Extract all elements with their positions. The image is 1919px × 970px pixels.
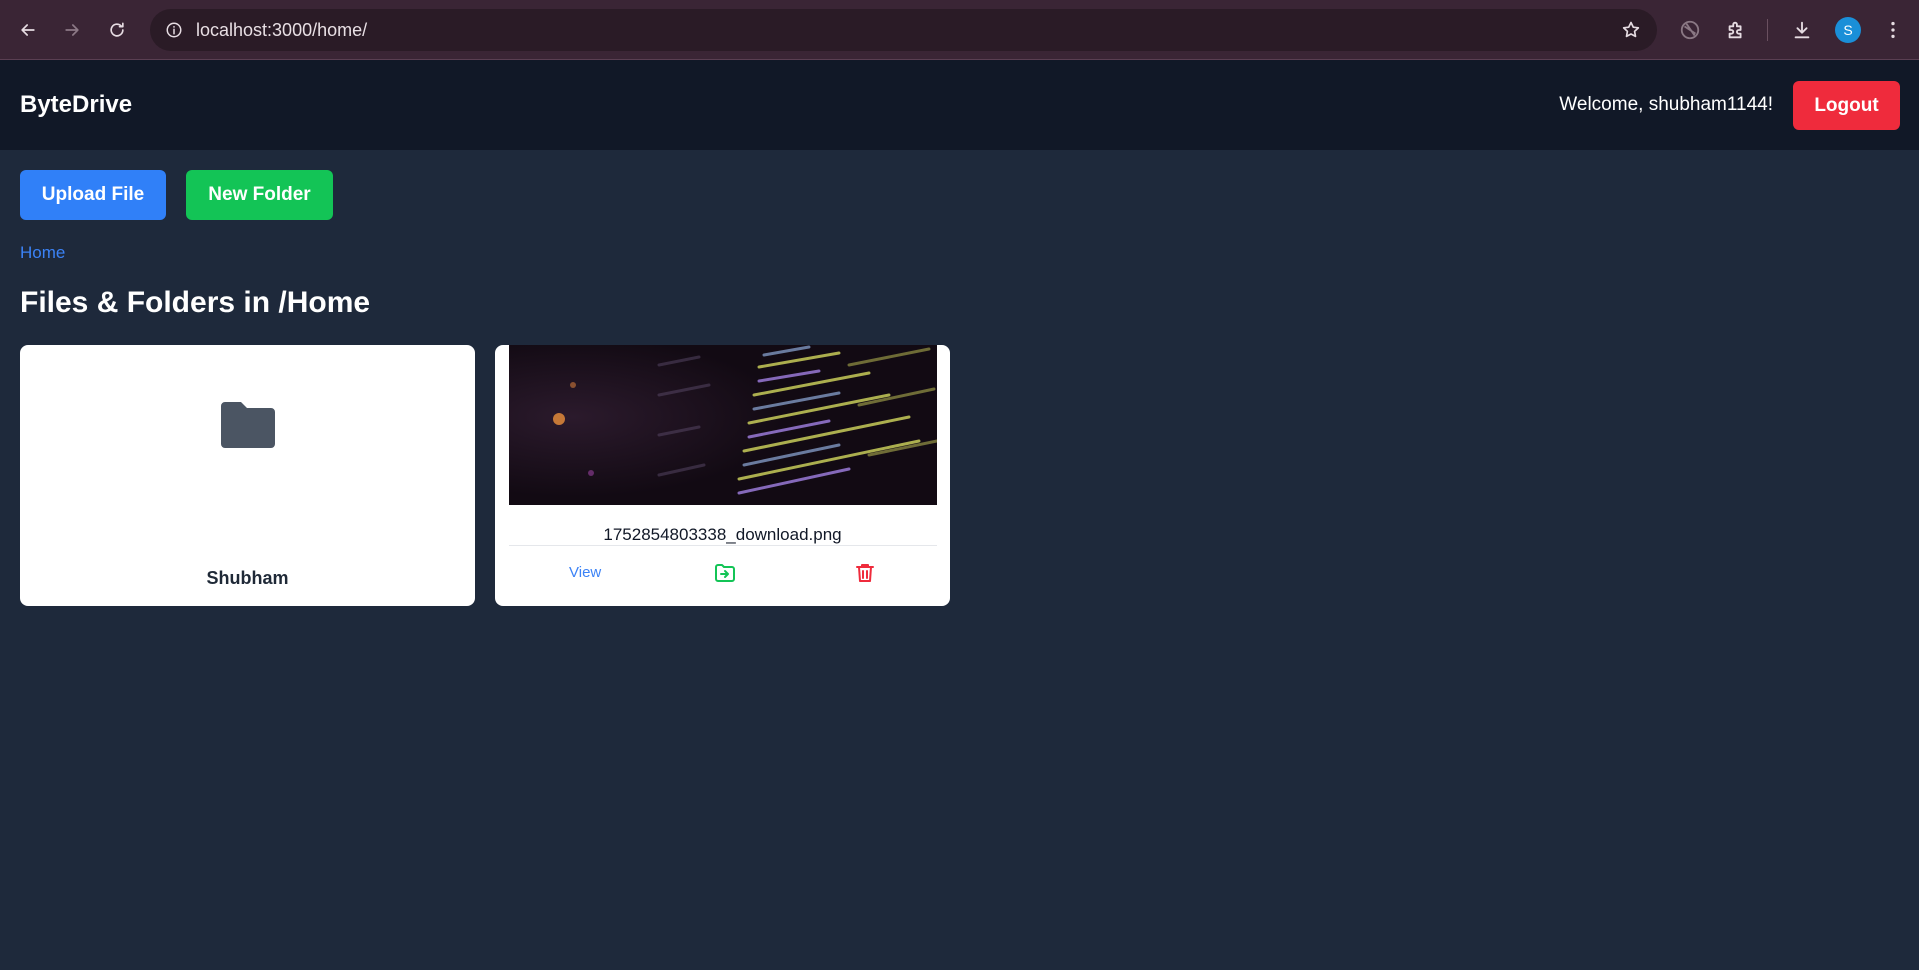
- browser-toolbar: localhost:3000/home/ S: [0, 0, 1919, 60]
- code-image-preview: [509, 345, 937, 505]
- extensions-icon[interactable]: [1720, 14, 1752, 46]
- folder-name: Shubham: [206, 568, 289, 588]
- reload-icon[interactable]: [101, 14, 133, 46]
- upload-file-button[interactable]: Upload File: [20, 170, 166, 220]
- url-text[interactable]: localhost:3000/home/: [196, 9, 367, 51]
- site-info-icon[interactable]: [162, 18, 186, 42]
- new-folder-button[interactable]: New Folder: [186, 170, 333, 220]
- view-link[interactable]: View: [569, 564, 601, 581]
- menu-icon[interactable]: [1877, 14, 1909, 46]
- app-header: ByteDrive Welcome, shubham1144! Logout: [0, 60, 1919, 150]
- file-name: 1752854803338_download.png: [603, 525, 842, 544]
- toolbar-divider: [1767, 19, 1768, 41]
- file-card[interactable]: 1752854803338_download.png View: [495, 345, 950, 606]
- downloads-icon[interactable]: [1786, 14, 1818, 46]
- file-thumbnail[interactable]: [509, 345, 937, 505]
- brand-logo[interactable]: ByteDrive: [20, 60, 132, 150]
- breadcrumb-home[interactable]: Home: [20, 243, 65, 263]
- bookmark-star-icon[interactable]: [1619, 18, 1643, 42]
- folder-card[interactable]: Shubham: [20, 345, 475, 606]
- folder-icon: [221, 402, 275, 448]
- address-bar[interactable]: localhost:3000/home/: [150, 9, 1657, 51]
- welcome-message: Welcome, shubham1144!: [1559, 94, 1773, 115]
- card-divider: [509, 545, 937, 546]
- forward-icon[interactable]: [56, 14, 88, 46]
- logout-button[interactable]: Logout: [1793, 81, 1900, 130]
- move-to-folder-icon[interactable]: [713, 561, 737, 585]
- browser-extension-icon[interactable]: [1674, 14, 1706, 46]
- back-icon[interactable]: [12, 14, 44, 46]
- trash-icon[interactable]: [853, 561, 877, 585]
- page-title: Files & Folders in /Home: [20, 286, 371, 319]
- profile-avatar[interactable]: S: [1835, 17, 1861, 43]
